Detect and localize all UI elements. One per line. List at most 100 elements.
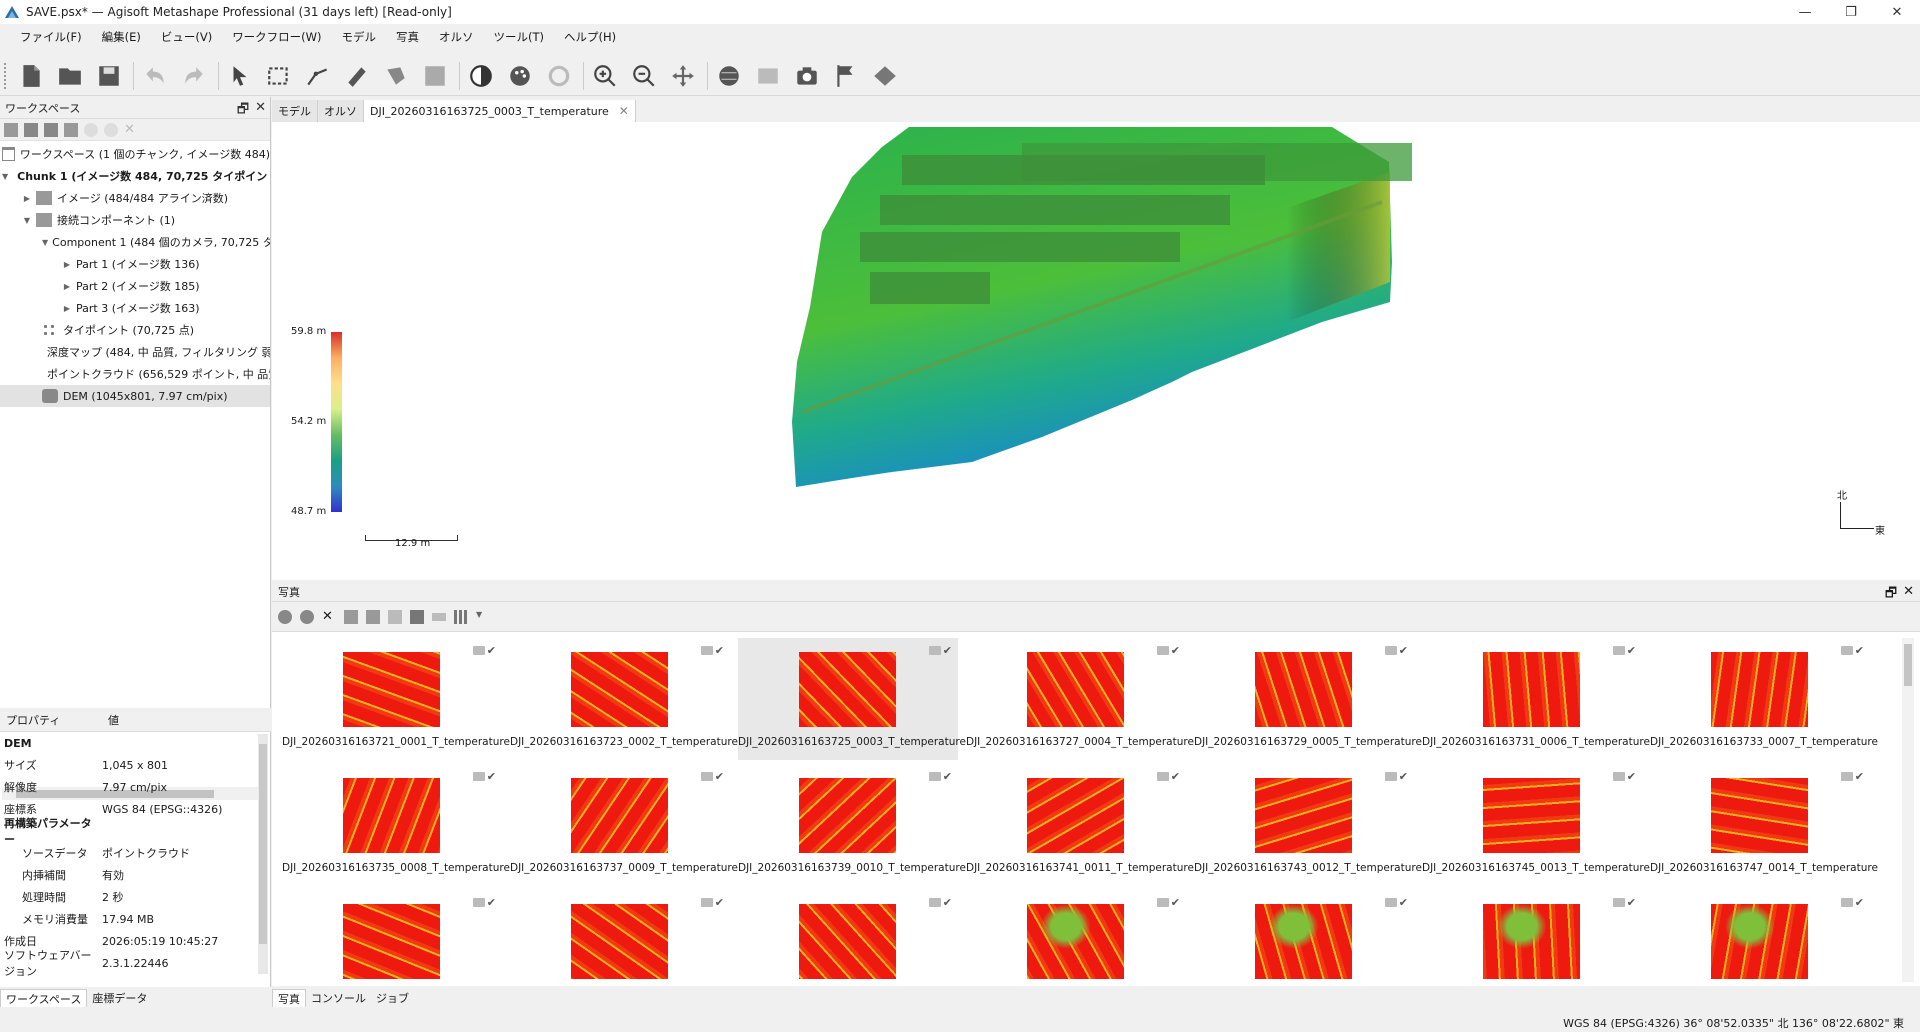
close-tab-icon[interactable]: ✕ [619, 104, 629, 118]
menu-workflow[interactable]: ワークフロー(W) [222, 29, 331, 45]
tree-item-depth-maps[interactable]: 深度マップ (484, 中 品質, フィルタリング 弱) [0, 341, 270, 363]
menu-help[interactable]: ヘルプ(H) [554, 29, 626, 45]
collapse-arrow-icon[interactable]: ▼ [42, 238, 48, 247]
filter-icon[interactable] [388, 609, 402, 624]
photo-item[interactable]: ✔ DJI_20260316163733_0007_T_temperature [1650, 638, 1878, 760]
minimize-button[interactable]: — [1782, 0, 1828, 24]
photo-item[interactable]: ✔ DJI_20260316163731_0006_T_temperature [1422, 638, 1650, 760]
navigation-tool-button[interactable] [225, 60, 255, 92]
photo-item[interactable]: ✔ [738, 890, 958, 982]
photos-scrollbar[interactable] [1902, 638, 1914, 982]
collapse-arrow-icon[interactable]: ▼ [2, 172, 8, 181]
photo-item[interactable]: ✔ [1422, 890, 1642, 982]
photo-item[interactable]: ✔ DJI_20260316163737_0009_T_temperature [510, 764, 738, 886]
shapes-button[interactable] [870, 60, 900, 92]
enable-icon[interactable] [84, 122, 98, 137]
add-folder-icon[interactable] [44, 122, 58, 137]
photo-item[interactable]: ✔ DJI_20260316163747_0014_T_temperature [1650, 764, 1878, 886]
tree-item-part-2[interactable]: ▶ Part 2 (イメージ数 185) [0, 275, 270, 297]
menu-edit[interactable]: 編集(E) [92, 29, 151, 45]
tab-reference[interactable]: 座標データ [87, 989, 152, 1007]
enable-camera-icon[interactable] [278, 609, 292, 624]
photo-item[interactable]: ✔ DJI_20260316163725_0003_T_temperature [738, 638, 966, 760]
tree-item-tie-points[interactable]: タイポイント (70,725 点) [0, 319, 270, 341]
photo-item[interactable]: ✔ [282, 890, 502, 982]
camera-small-icon[interactable] [432, 612, 446, 621]
undo-button[interactable] [140, 60, 170, 92]
photo-item[interactable]: ✔ [1650, 890, 1870, 982]
rotate-right-icon[interactable] [366, 609, 380, 624]
remove-icon[interactable]: ✕ [124, 122, 138, 137]
rectangle-selection-button[interactable] [264, 60, 294, 92]
tab-photos[interactable]: 写真 [272, 989, 306, 1007]
menu-ortho[interactable]: オルソ [429, 29, 484, 45]
markers-button[interactable] [831, 60, 861, 92]
close-panel-icon[interactable]: ✕ [1903, 584, 1914, 606]
collapse-arrow-icon[interactable]: ▼ [22, 216, 32, 225]
expand-arrow-icon[interactable]: ▶ [62, 260, 72, 269]
draw-polygon-button[interactable] [381, 60, 411, 92]
rotate-left-icon[interactable] [344, 609, 358, 624]
ortho-view-button[interactable] [420, 60, 450, 92]
tree-item-images[interactable]: ▶ イメージ (484/484 アライン済数) [0, 187, 270, 209]
globe-view-button[interactable] [714, 60, 744, 92]
add-photos-icon[interactable] [24, 122, 38, 137]
expand-arrow-icon[interactable]: ▶ [62, 282, 72, 291]
layers-button[interactable] [753, 60, 783, 92]
tab-ortho[interactable]: オルソ [318, 100, 364, 122]
mask-icon[interactable] [410, 609, 424, 624]
photo-item[interactable]: ✔ [966, 890, 1186, 982]
tree-item-components[interactable]: ▼ 接続コンポーネント (1) [0, 209, 270, 231]
tree-item-part-3[interactable]: ▶ Part 3 (イメージ数 163) [0, 297, 270, 319]
add-chunk-icon[interactable] [4, 122, 18, 137]
contrast-button[interactable] [466, 60, 496, 92]
photo-item[interactable]: ✔ DJI_20260316163741_0011_T_temperature [966, 764, 1194, 886]
tree-item-component-1[interactable]: ▼ Component 1 (484 個のカメラ, 70,725 タイ [0, 231, 270, 253]
zoom-in-button[interactable] [590, 60, 620, 92]
dem-viewport[interactable]: 59.8 m 54.2 m 48.7 m 12.9 m 北 東 [272, 122, 1920, 580]
undock-panel-icon[interactable]: 🗗 [1885, 584, 1897, 606]
close-window-button[interactable]: ✕ [1874, 0, 1920, 24]
color-palette-button[interactable] [505, 60, 535, 92]
photo-item[interactable]: ✔ DJI_20260316163743_0012_T_temperature [1194, 764, 1422, 886]
tree-item-workspace[interactable]: ワークスペース (1 個のチャンク, イメージ数 484) [0, 143, 270, 165]
redo-button[interactable] [179, 60, 209, 92]
menu-tools[interactable]: ツール(T) [484, 29, 555, 45]
tab-workspace[interactable]: ワークスペース [0, 989, 88, 1007]
ruler-button[interactable] [342, 60, 372, 92]
photo-item[interactable]: ✔ DJI_20260316163723_0002_T_temperature [510, 638, 738, 760]
new-project-button[interactable] [16, 60, 46, 92]
tab-console[interactable]: コンソール [306, 989, 371, 1007]
menu-model[interactable]: モデル [332, 29, 387, 45]
expand-arrow-icon[interactable]: ▶ [62, 304, 72, 313]
photo-item[interactable]: ✔ DJI_20260316163739_0010_T_temperature [738, 764, 966, 886]
view-mode-dropdown-icon[interactable]: ▼ [476, 610, 484, 624]
tab-photo-view[interactable]: DJI_20260316163725_0003_T_temperature ✕ [364, 100, 636, 122]
save-project-button[interactable] [94, 60, 124, 92]
property-column-header[interactable]: プロパティ [0, 712, 102, 728]
photo-item[interactable]: ✔ DJI_20260316163735_0008_T_temperature [282, 764, 510, 886]
photo-item[interactable]: ✔ [1194, 890, 1414, 982]
tree-item-dem[interactable]: DEM (1045x801, 7.97 cm/pix) [0, 385, 270, 407]
menu-view[interactable]: ビュー(V) [151, 29, 222, 45]
undock-panel-icon[interactable]: 🗗 [237, 100, 249, 122]
value-column-header[interactable]: 値 [102, 712, 119, 728]
menu-file[interactable]: ファイル(F) [10, 29, 92, 45]
photo-item[interactable]: ✔ DJI_20260316163745_0013_T_temperature [1422, 764, 1650, 886]
add-marker-icon[interactable] [64, 122, 78, 137]
scrollbar-thumb[interactable] [1904, 644, 1912, 686]
tree-item-point-cloud[interactable]: ポイントクラウド (656,529 ポイント, 中 品質) [0, 363, 270, 385]
ruler-tool-button[interactable] [303, 60, 333, 92]
open-project-button[interactable] [55, 60, 85, 92]
scrollbar-thumb[interactable] [259, 744, 267, 944]
zoom-out-button[interactable] [629, 60, 659, 92]
tree-item-chunk[interactable]: ▼ Chunk 1 (イメージ数 484, 70,725 タイポイント) [0, 165, 270, 187]
capture-view-button[interactable] [792, 60, 822, 92]
photo-item[interactable]: ✔ DJI_20260316163729_0005_T_temperature [1194, 638, 1422, 760]
view-mode-icon[interactable] [454, 609, 468, 624]
tree-item-part-1[interactable]: ▶ Part 1 (イメージ数 136) [0, 253, 270, 275]
expand-arrow-icon[interactable]: ▶ [22, 194, 32, 203]
tab-model[interactable]: モデル [272, 100, 318, 122]
properties-scrollbar[interactable] [258, 734, 268, 974]
tab-jobs[interactable]: ジョブ [371, 989, 414, 1007]
